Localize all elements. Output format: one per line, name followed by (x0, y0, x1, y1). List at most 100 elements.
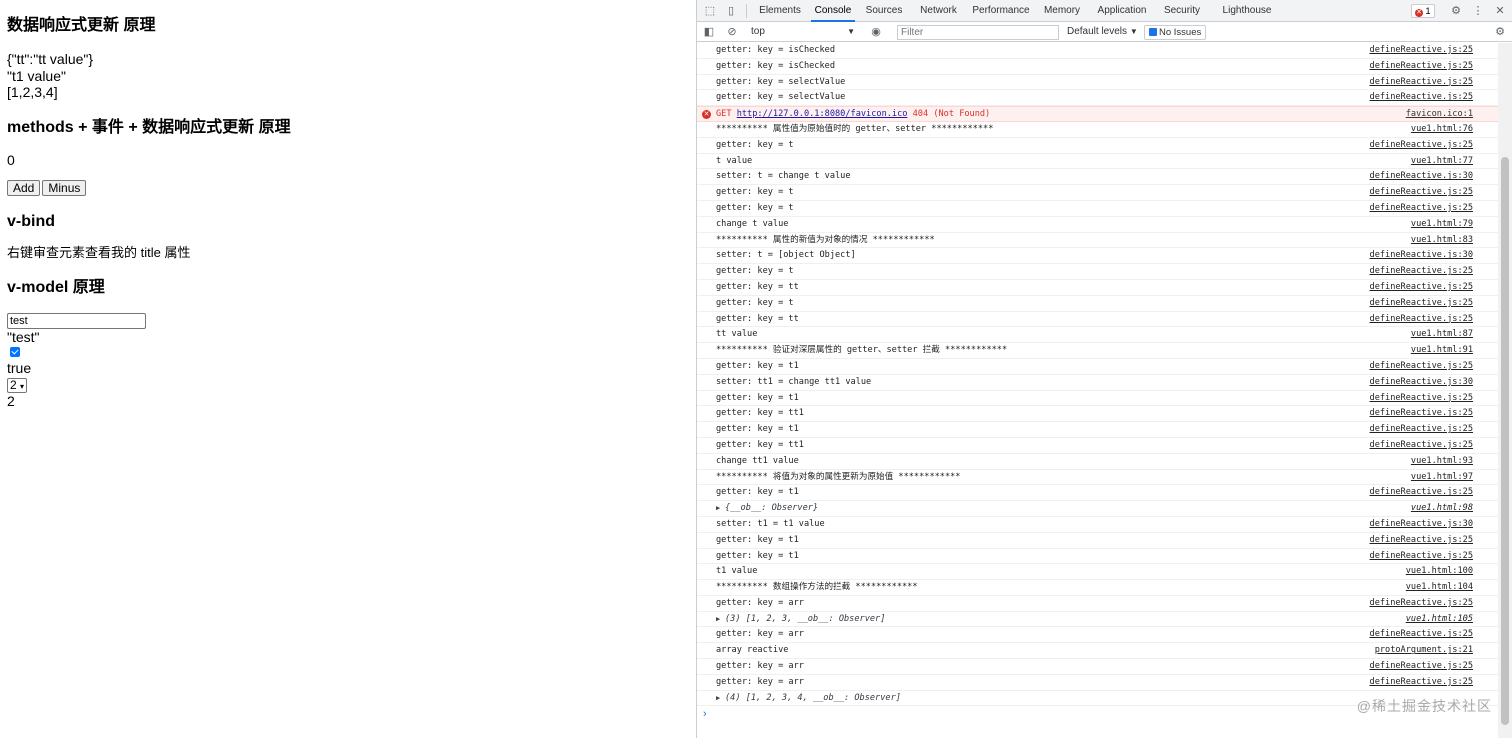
source-link[interactable]: defineReactive.js:25 (1370, 138, 1473, 153)
heading-reactive: 数据响应式更新 原理 (7, 17, 156, 34)
console-row: ********** 验证对深层属性的 getter、setter 拦截 ***… (697, 343, 1499, 359)
source-link[interactable]: defineReactive.js:25 (1370, 185, 1473, 200)
source-link[interactable]: defineReactive.js:25 (1370, 312, 1473, 327)
more-options-icon[interactable]: ⋮ (1471, 4, 1485, 18)
close-icon[interactable]: ✕ (1493, 4, 1507, 18)
source-link[interactable]: defineReactive.js:30 (1370, 169, 1473, 184)
error-url-link[interactable]: http://127.0.0.1:8080/favicon.ico (737, 109, 908, 119)
tab-performance[interactable]: Performance (971, 0, 1031, 22)
source-link[interactable]: defineReactive.js:25 (1370, 391, 1473, 406)
console-object[interactable]: (3) [1, 2, 3, __ob__: Observer] (725, 614, 885, 624)
source-link[interactable]: defineReactive.js:25 (1370, 43, 1473, 58)
console-message: ********** 属性的新值为对象的情况 ************ (716, 234, 935, 245)
source-link[interactable]: defineReactive.js:25 (1370, 264, 1473, 279)
tab-lighthouse[interactable]: Lighthouse (1219, 0, 1275, 22)
console-row: getter: key = arr defineReactive.js:25 (697, 659, 1499, 675)
issues-button[interactable]: No Issues (1144, 25, 1207, 40)
source-link[interactable]: defineReactive.js:25 (1370, 675, 1473, 690)
expand-triangle-icon[interactable]: ▶ (716, 501, 725, 516)
scrollbar-thumb[interactable] (1501, 157, 1509, 725)
source-link[interactable]: vue1.html:76 (1411, 122, 1473, 137)
expand-triangle-icon[interactable]: ▶ (716, 691, 725, 706)
console-row[interactable]: ▶ (3) [1, 2, 3, __ob__: Observer] vue1.htm… (697, 612, 1499, 628)
heading-methods: methods + 事件 + 数据响应式更新 原理 (7, 118, 291, 136)
model-text-input[interactable] (7, 312, 146, 329)
source-link[interactable]: defineReactive.js:25 (1370, 201, 1473, 216)
source-link[interactable]: protoArgument.js:21 (1375, 643, 1473, 658)
console-message: setter: t = change t value (716, 171, 851, 182)
gear-icon[interactable]: ⚙ (1449, 4, 1463, 18)
source-link[interactable]: defineReactive.js:25 (1370, 659, 1473, 674)
log-levels-dropdown[interactable]: Default levels ▼ (1067, 25, 1138, 39)
source-link[interactable]: defineReactive.js:25 (1370, 438, 1473, 453)
error-counter-badge[interactable]: ✕ 1 (1411, 4, 1435, 18)
source-link[interactable]: defineReactive.js:30 (1370, 248, 1473, 263)
add-button[interactable]: Add (7, 180, 41, 196)
tab-security[interactable]: Security (1160, 0, 1204, 22)
tab-memory[interactable]: Memory (1040, 0, 1084, 22)
console-message: getter: key = tt1 (716, 408, 804, 419)
model-checkbox[interactable] (10, 347, 20, 357)
console-message: setter: tt1 = change tt1 value (716, 376, 872, 387)
source-link[interactable]: vue1.html:77 (1411, 154, 1473, 169)
console-scrollbar[interactable] (1498, 43, 1512, 738)
console-row: getter: key = t defineReactive.js:25 (697, 185, 1499, 201)
tab-console[interactable]: Console (811, 0, 855, 22)
source-link[interactable]: vue1.html:91 (1411, 343, 1473, 358)
console-object[interactable]: (4) [1, 2, 3, 4, __ob__: Observer] (725, 693, 901, 703)
tab-sources[interactable]: Sources (864, 0, 904, 22)
source-link[interactable]: defineReactive.js:25 (1370, 485, 1473, 500)
source-link[interactable]: defineReactive.js:25 (1370, 90, 1473, 105)
source-link[interactable]: vue1.html:100 (1406, 564, 1473, 579)
device-toolbar-icon[interactable]: ▯ (724, 4, 738, 18)
source-link[interactable]: favicon.ico:1 (1406, 107, 1473, 122)
tab-network[interactable]: Network (916, 0, 961, 22)
source-link[interactable]: defineReactive.js:30 (1370, 517, 1473, 532)
console-row[interactable]: ▶ {__ob__: Observer} vue1.html:98 (697, 501, 1499, 517)
source-link[interactable]: defineReactive.js:25 (1370, 75, 1473, 90)
source-link[interactable]: vue1.html:87 (1411, 327, 1473, 342)
source-link[interactable]: defineReactive.js:25 (1370, 533, 1473, 548)
source-link[interactable]: defineReactive.js:25 (1370, 280, 1473, 295)
tab-application[interactable]: Application (1093, 0, 1151, 22)
minus-button[interactable]: Minus (42, 180, 87, 196)
model-select[interactable]: 2 ▾ (7, 377, 28, 393)
issues-label: No Issues (1159, 27, 1202, 38)
source-link[interactable]: defineReactive.js:30 (1370, 375, 1473, 390)
console-row: t1 value vue1.html:100 (697, 564, 1499, 581)
console-message: tt value (716, 329, 758, 340)
expand-triangle-icon[interactable]: ▶ (716, 612, 725, 627)
console-settings-gear-icon[interactable]: ⚙ (1493, 25, 1507, 39)
source-link[interactable]: defineReactive.js:25 (1370, 627, 1473, 642)
console-row: setter: t = [object Object] defineReactiv… (697, 248, 1499, 265)
eye-icon[interactable]: ◉ (869, 25, 883, 39)
source-link[interactable]: defineReactive.js:25 (1370, 359, 1473, 374)
console-filter-input[interactable] (897, 25, 1059, 40)
source-link[interactable]: vue1.html:83 (1411, 233, 1473, 248)
sidebar-toggle-icon[interactable]: ◧ (702, 25, 716, 39)
arr-text: [1,2,3,4] (7, 84, 58, 100)
source-link[interactable]: vue1.html:93 (1411, 454, 1473, 469)
inspect-element-icon[interactable]: ⬚ (703, 4, 717, 18)
chevron-down-icon: ▾ (20, 381, 25, 391)
heading-v-model: v-model 原理 (7, 278, 105, 296)
console-row: setter: t = change t value defineReactive… (697, 169, 1499, 186)
source-link[interactable]: vue1.html:105 (1406, 612, 1473, 627)
source-link[interactable]: vue1.html:97 (1411, 470, 1473, 485)
context-selector[interactable]: top ▼ (751, 25, 859, 39)
source-link[interactable]: vue1.html:79 (1411, 217, 1473, 232)
clear-console-icon[interactable]: ⊘ (725, 25, 739, 39)
source-link[interactable]: defineReactive.js:25 (1370, 422, 1473, 437)
console-message: getter: key = arr (716, 676, 804, 687)
console-object[interactable]: {__ob__: Observer} (725, 503, 818, 513)
source-link[interactable]: defineReactive.js:25 (1370, 406, 1473, 421)
tab-elements[interactable]: Elements (757, 0, 803, 22)
source-link[interactable]: defineReactive.js:25 (1370, 549, 1473, 564)
source-link[interactable]: vue1.html:98 (1411, 501, 1473, 516)
source-link[interactable]: defineReactive.js:25 (1370, 59, 1473, 74)
source-link[interactable]: vue1.html:104 (1406, 580, 1473, 595)
console-message: getter: key = t (716, 297, 794, 308)
source-link[interactable]: defineReactive.js:25 (1370, 296, 1473, 311)
console-row: getter: key = tt1 defineReactive.js:25 (697, 438, 1499, 454)
source-link[interactable]: defineReactive.js:25 (1370, 596, 1473, 611)
